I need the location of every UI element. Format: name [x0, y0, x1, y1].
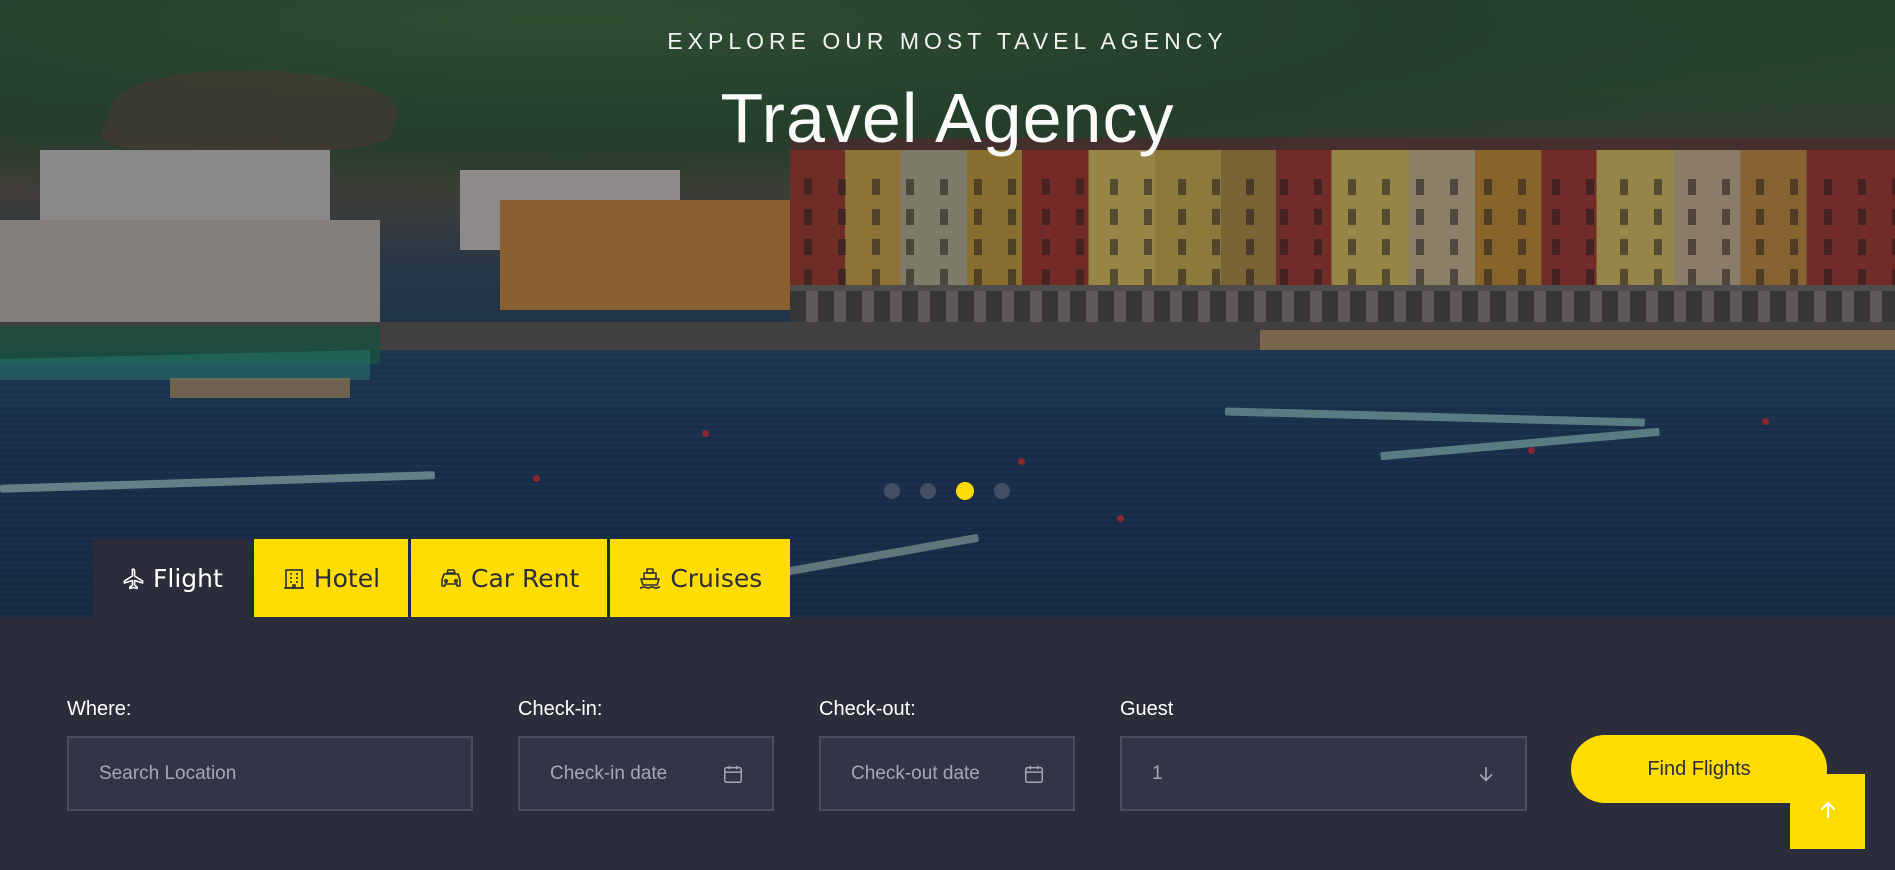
where-label: Where:	[67, 698, 132, 720]
tab-label: Flight	[153, 564, 223, 593]
tab-label: Car Rent	[471, 564, 580, 593]
guest-value: 1	[1152, 762, 1163, 784]
guest-select[interactable]: 1	[1120, 736, 1527, 811]
guest-label: Guest	[1120, 698, 1174, 720]
tab-cruises[interactable]: Cruises	[610, 539, 791, 618]
plane-icon	[121, 567, 145, 591]
tab-label: Cruises	[670, 564, 763, 593]
checkout-field[interactable]	[819, 736, 1075, 811]
slider-dot[interactable]	[884, 483, 900, 499]
where-input[interactable]	[99, 762, 441, 785]
tab-car-rent[interactable]: Car Rent	[411, 539, 608, 618]
hero-eyebrow: EXPLORE OUR MOST TAVEL AGENCY	[667, 28, 1228, 54]
checkout-label: Check-out:	[819, 698, 916, 720]
ship-icon	[638, 567, 662, 591]
calendar-icon[interactable]	[722, 763, 744, 785]
checkout-input[interactable]	[851, 762, 1043, 785]
checkin-label: Check-in:	[518, 698, 603, 720]
hero-title: Travel Agency	[720, 79, 1175, 157]
back-to-top-button[interactable]	[1790, 774, 1865, 849]
slider-dots	[884, 482, 1010, 500]
slider-dot[interactable]	[920, 483, 936, 499]
where-field[interactable]	[67, 736, 473, 811]
tab-flight[interactable]: Flight	[93, 539, 251, 618]
car-icon	[439, 567, 463, 591]
booking-tabs: Flight Hotel Car Rent Cruises	[93, 539, 791, 618]
arrow-down-icon[interactable]	[1475, 763, 1497, 785]
slider-dot[interactable]	[956, 482, 974, 500]
checkin-input[interactable]	[550, 762, 742, 785]
hotel-icon	[282, 567, 306, 591]
slider-dot[interactable]	[994, 483, 1010, 499]
tab-hotel[interactable]: Hotel	[253, 539, 409, 618]
arrow-up-icon	[1816, 798, 1840, 826]
tab-label: Hotel	[313, 564, 381, 593]
checkin-field[interactable]	[518, 736, 774, 811]
hero-section: EXPLORE OUR MOST TAVEL AGENCY Travel Age…	[0, 0, 1895, 617]
calendar-icon[interactable]	[1023, 763, 1045, 785]
find-flights-button[interactable]: Find Flights	[1571, 735, 1827, 803]
